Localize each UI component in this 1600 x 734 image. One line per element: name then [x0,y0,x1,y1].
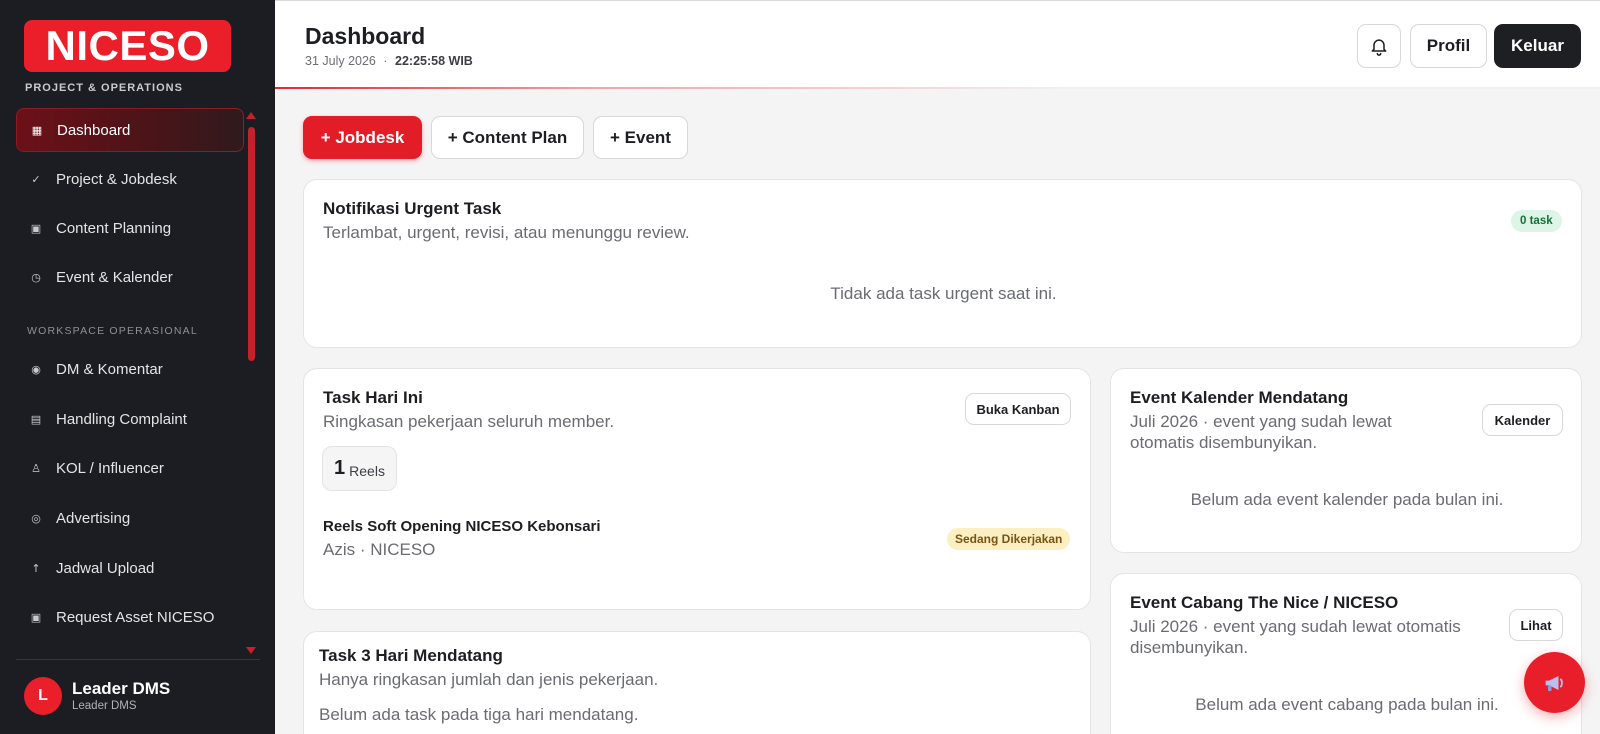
sidebar-item-content-planning[interactable]: ▣ Content Planning [16,206,244,250]
square-icon: ▣ [30,221,42,235]
sidebar-item-label: Jadwal Upload [56,559,155,577]
sidebar: NICESO PROJECT & OPERATIONS ▦ Dashboard … [0,0,275,734]
sidebar-item-jadwal-upload[interactable]: ↑ Jadwal Upload [16,546,244,590]
sidebar-item-label: Project & Jobdesk [56,170,177,188]
card-subtitle: Terlambat, urgent, revisi, atau menunggu… [323,223,690,242]
person-icon: ♙ [31,461,41,475]
brand-subtitle: PROJECT & OPERATIONS [25,82,183,94]
date-separator: · [383,54,388,68]
keluar-button[interactable]: Keluar [1494,24,1581,68]
sidebar-item-dashboard[interactable]: ▦ Dashboard [16,108,244,152]
sidebar-item-advertising[interactable]: ◎ Advertising [16,496,244,540]
sidebar-item-label: Request Asset NICESO [56,608,215,626]
sidebar-item-label: Content Planning [56,219,172,237]
count-number: 1 [334,457,346,479]
card-subtitle: Hanya ringkasan jumlah dan jenis pekerja… [319,670,659,689]
empty-state: Belum ada event cabang pada bulan ini. [1195,695,1499,714]
sidebar-item-label: Event & Kalender [56,268,173,286]
sidebar-item-label: Advertising [56,509,131,527]
megaphone-icon [1545,675,1563,691]
clock-text: 22:25:58 WIB [395,54,473,68]
sidebar-item-event-kalender[interactable]: ◷ Event & Kalender [16,255,244,299]
scroll-down-arrow[interactable] [246,647,256,654]
sidebar-item-label: Dashboard [57,121,131,139]
add-jobdesk-button[interactable]: + Jobdesk [303,116,422,159]
task-type-count: 1 Reels [322,446,397,491]
card-subtitle: Juli 2026 · event yang sudah lewat [1130,412,1392,431]
announcement-fab[interactable] [1524,652,1585,713]
list-icon: ▤ [30,412,42,426]
sidebar-item-request-asset[interactable]: ▣ Request Asset NICESO [16,595,244,639]
target-icon: ◎ [31,511,41,525]
card-title: Event Kalender Mendatang [1130,388,1349,407]
profil-button[interactable]: Profil [1410,24,1487,68]
sidebar-item-handling-complaint[interactable]: ▤ Handling Complaint [16,397,244,441]
card-subtitle: Juli 2026 · event yang sudah lewat otoma… [1130,617,1461,636]
empty-state: Belum ada event kalender pada bulan ini. [1190,490,1504,509]
sidebar-item-dm-komentar[interactable]: ◉ DM & Komentar [16,347,244,391]
card-subtitle-line-2: disembunyikan. [1130,638,1249,657]
branch-events-card: Event Cabang The Nice / NICESO Juli 2026… [1110,573,1582,734]
task-count-badge: 0 task [1511,210,1562,232]
date-text: 31 July 2026 [305,54,376,68]
scroll-up-arrow[interactable] [246,112,256,119]
task-title[interactable]: Reels Soft Opening NICESO Kebonsari [323,518,601,535]
today-task-card: Task Hari Ini Ringkasan pekerjaan seluru… [303,368,1091,610]
avatar[interactable]: L [24,677,62,715]
bell-icon [1371,39,1387,56]
check-icon: ✓ [31,172,41,186]
card-subtitle: Ringkasan pekerjaan seluruh member. [323,412,615,431]
count-label: Reels [349,462,385,479]
niceso-logo: NICESO [24,20,231,72]
calendar-events-card: Event Kalender Mendatang Juli 2026 · eve… [1110,368,1582,553]
user-name: Leader DMS [72,679,171,698]
sidebar-scrollbar-thumb[interactable] [248,127,255,361]
next-3-days-card: Task 3 Hari Mendatang Hanya ringkasan ju… [303,631,1091,734]
card-title: Task 3 Hari Mendatang [319,646,503,665]
sidebar-item-label: KOL / Influencer [56,459,164,477]
add-content-plan-button[interactable]: + Content Plan [431,116,584,159]
task-meta: Azis · NICESO [323,540,436,559]
card-title: Event Cabang The Nice / NICESO [1130,593,1399,612]
sidebar-item-label: DM & Komentar [56,360,163,378]
calendar-button[interactable]: Kalender [1482,404,1563,436]
clock-icon: ◷ [31,270,41,284]
card-title: Task Hari Ini [323,388,423,407]
sidebar-item-label: Handling Complaint [56,410,187,428]
top-header: Dashboard 31 July 2026 · 22:25:58 WIB Pr… [275,0,1600,88]
dot-icon: ◉ [31,362,41,376]
grid-icon: ▦ [31,123,43,137]
sidebar-item-project-jobdesk[interactable]: ✓ Project & Jobdesk [16,157,244,201]
section-label-workspace: WORKSPACE OPERASIONAL [27,325,198,337]
date-time: 31 July 2026 · 22:25:58 WIB [305,54,473,68]
view-branch-events-button[interactable]: Lihat [1509,609,1563,641]
page-title: Dashboard [305,23,426,49]
sidebar-item-kol-influencer[interactable]: ♙ KOL / Influencer [16,446,244,490]
arrow-up-icon: ↑ [31,561,41,575]
empty-state: Belum ada task pada tiga hari mendatang. [319,705,639,724]
open-kanban-button[interactable]: Buka Kanban [965,393,1071,425]
header-accent-line [275,87,1600,89]
square-icon: ▣ [30,610,42,624]
add-event-button[interactable]: + Event [593,116,688,159]
status-badge: Sedang Dikerjakan [947,528,1071,550]
card-subtitle-line-2: otomatis disembunyikan. [1130,433,1318,452]
notification-button[interactable] [1357,24,1401,68]
card-title: Notifikasi Urgent Task [323,199,502,218]
divider [16,659,260,660]
empty-state: Tidak ada task urgent saat ini. [830,284,1057,303]
urgent-task-card: Notifikasi Urgent Task Terlambat, urgent… [303,179,1582,348]
user-role: Leader DMS [72,700,137,712]
